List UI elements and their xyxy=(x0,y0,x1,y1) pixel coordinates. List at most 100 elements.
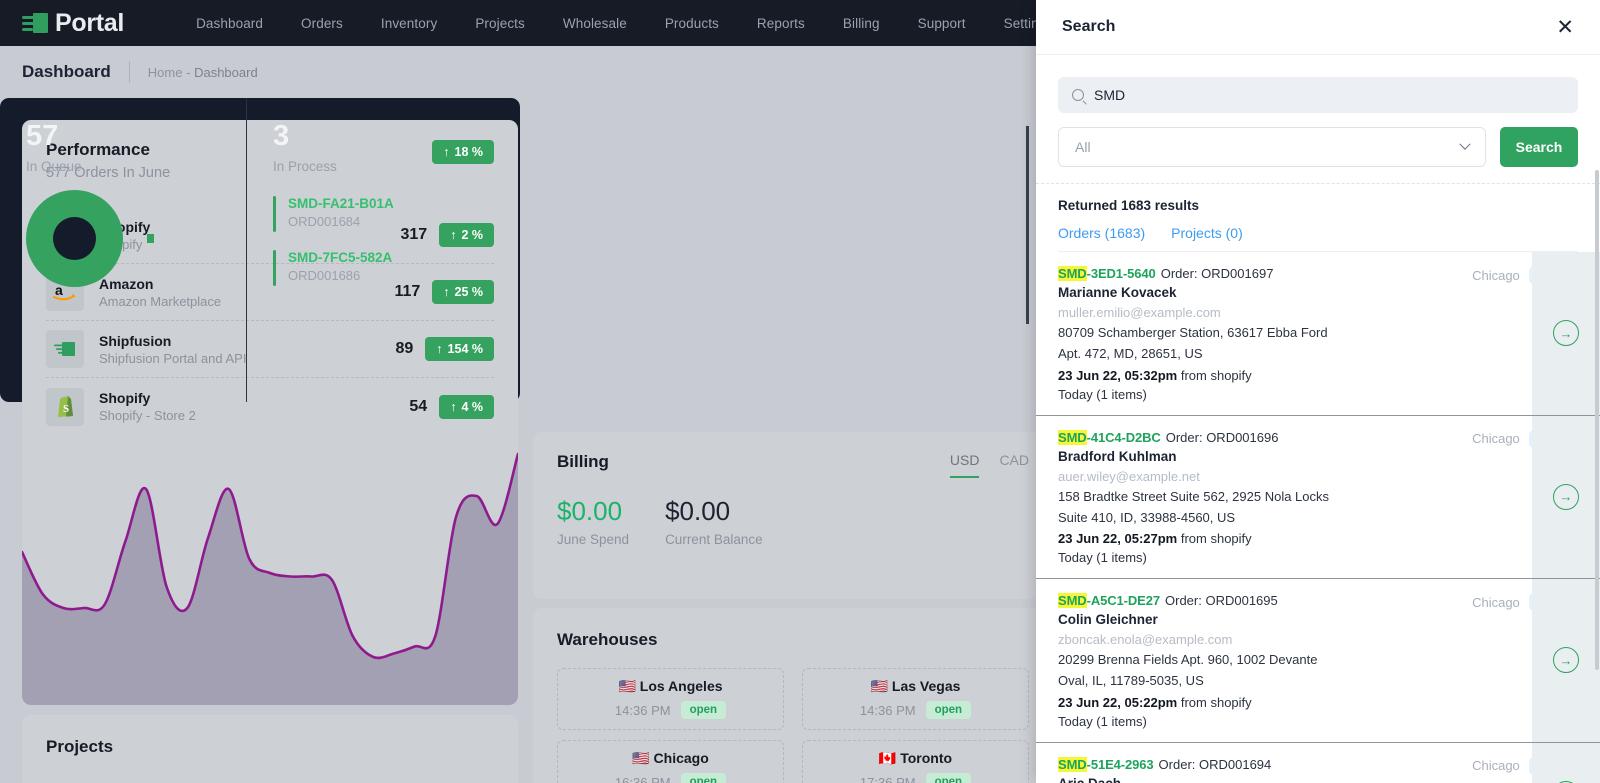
warehouse-item[interactable]: 🇺🇸 Los Angeles 14:36 PM open xyxy=(557,668,784,730)
arrow-right-icon[interactable]: → xyxy=(1553,647,1579,674)
result-order-number: Order: ORD001695 xyxy=(1165,593,1278,608)
in-process-list: SMD-FA21-B01A ORD001684 SMD-7FC5-582A OR… xyxy=(273,196,494,286)
brand-logo[interactable]: Portal xyxy=(22,9,124,38)
app-root: Portal Dashboard Orders Inventory Projec… xyxy=(0,0,1600,783)
warehouse-name: Los Angeles xyxy=(639,678,723,694)
nav-item-reports[interactable]: Reports xyxy=(738,16,824,31)
search-icon xyxy=(1072,89,1084,101)
breadcrumb-current: Dashboard xyxy=(194,64,258,80)
result-timestamp-value: 23 Jun 22, 05:27pm xyxy=(1058,531,1178,546)
search-result-row[interactable]: SMD-51E4-2963 Order: ORD001694 Aric Dach… xyxy=(1036,742,1600,783)
warehouses-grid: 🇺🇸 Los Angeles 14:36 PM open 🇺🇸 Las Vega… xyxy=(533,650,1053,783)
result-address-line1: 20299 Brenna Fields Apt. 960, 1002 Devan… xyxy=(1058,652,1318,667)
list-item[interactable]: SMD-7FC5-582A ORD001686 xyxy=(273,250,494,286)
nav-item-products[interactable]: Products xyxy=(646,16,738,31)
process-order-id: ORD001686 xyxy=(288,268,361,283)
queue-donut-chart xyxy=(26,190,123,287)
warehouse-item[interactable]: 🇨🇦 Toronto 17:36 PM open xyxy=(802,740,1029,783)
projects-card: Projects xyxy=(22,715,518,783)
warehouse-name-row: 🇺🇸 Las Vegas xyxy=(803,678,1028,695)
june-spend-label: June Spend xyxy=(557,532,630,547)
warehouse-name-row: 🇺🇸 Chicago xyxy=(558,750,783,767)
breadcrumb-separator: - xyxy=(186,64,191,80)
result-items-count: Today (1 items) xyxy=(1058,550,1147,565)
in-queue-section: 57 In Queue Chicago - 57 xyxy=(0,98,246,402)
legend-label-chicago: Chicago - 57 xyxy=(162,224,216,253)
search-controls: SMD All Search xyxy=(1036,55,1600,184)
warehouse-time: 14:36 PM xyxy=(859,702,916,718)
warehouses-card: Warehouses 🇺🇸 Los Angeles 14:36 PM open … xyxy=(533,608,1053,783)
search-result-row[interactable]: SMD-A5C1-DE27 Order: ORD001695 Colin Gle… xyxy=(1036,579,1600,743)
flag-icon: 🇨🇦 xyxy=(878,750,897,766)
result-email: muller.emilio@example.com xyxy=(1058,305,1221,320)
results-tabs: Orders (1683) Projects (0) xyxy=(1058,225,1578,252)
portal-logo-icon xyxy=(22,12,48,34)
search-filter-select[interactable]: All xyxy=(1058,127,1486,167)
donut-legend: Chicago - 57 xyxy=(147,225,220,253)
projects-title: Projects xyxy=(46,737,114,756)
in-process-label: In Process xyxy=(273,159,337,174)
warehouse-item[interactable]: 🇺🇸 Chicago 16:36 PM open xyxy=(557,740,784,783)
nav-item-wholesale[interactable]: Wholesale xyxy=(544,16,646,31)
tab-usd[interactable]: USD xyxy=(949,452,980,478)
result-sku-rest: -3ED1-5640 xyxy=(1086,266,1156,281)
warehouse-item[interactable]: 🇺🇸 Las Vegas 14:36 PM open xyxy=(802,668,1029,730)
arrow-right-icon[interactable]: → xyxy=(1553,320,1579,347)
result-sku-rest: -51E4-2963 xyxy=(1086,756,1154,772)
scrollbar[interactable] xyxy=(1595,170,1599,670)
currency-tabs: USD CAD xyxy=(949,452,1029,478)
tab-orders[interactable]: Orders (1683) xyxy=(1058,225,1145,241)
search-drawer-header: Search ✕ xyxy=(1036,0,1600,55)
status-badge: open xyxy=(680,773,727,783)
result-address-line2: Suite 410, ID, 33988-4560, US xyxy=(1058,509,1236,525)
list-item[interactable]: SMD-FA21-B01A ORD001684 xyxy=(273,196,494,232)
nav-item-projects[interactable]: Projects xyxy=(456,16,544,31)
search-drawer: Search ✕ SMD All Search Returned 1683 re… xyxy=(1036,0,1600,783)
chart-area-fill xyxy=(22,454,518,705)
nav-item-inventory[interactable]: Inventory xyxy=(362,16,456,31)
warehouse-time: 16:36 PM xyxy=(614,774,671,783)
search-results-list[interactable]: SMD-3ED1-5640 Order: ORD001697 Marianne … xyxy=(1036,252,1600,783)
result-action-band: → xyxy=(1532,415,1600,578)
result-items-count: Today (1 items) xyxy=(1058,713,1147,729)
tab-projects[interactable]: Projects (0) xyxy=(1171,225,1243,241)
result-customer-name: Bradford Kuhlman xyxy=(1058,448,1177,464)
warehouse-name-row: 🇨🇦 Toronto xyxy=(803,750,1028,767)
accent-bar xyxy=(273,250,276,286)
dark-card-edge-accent xyxy=(1026,126,1029,324)
nav-item-orders[interactable]: Orders xyxy=(282,16,362,31)
nav-item-support[interactable]: Support xyxy=(899,16,985,31)
result-address-line2: Apt. 472, MD, 28651, US xyxy=(1058,346,1203,362)
page-title: Dashboard xyxy=(22,62,111,81)
result-customer-name: Marianne Kovacek xyxy=(1058,285,1177,300)
svg-text:S: S xyxy=(63,403,69,415)
nav-item-billing[interactable]: Billing xyxy=(824,16,899,31)
result-sku: SMD-3ED1-5640 xyxy=(1058,266,1156,281)
channel-desc: Shopify - Store 2 xyxy=(99,408,196,423)
result-sku-highlight: SMD xyxy=(1058,266,1087,281)
flag-icon: 🇺🇸 xyxy=(618,678,636,694)
result-sku-highlight: SMD xyxy=(1058,756,1087,772)
search-result-row[interactable]: SMD-41C4-D2BC Order: ORD001696 Bradford … xyxy=(1036,415,1600,579)
in-queue-value: 57 xyxy=(26,120,59,152)
arrow-right-icon[interactable]: → xyxy=(1553,483,1579,510)
search-result-row[interactable]: SMD-3ED1-5640 Order: ORD001697 Marianne … xyxy=(1036,252,1600,416)
warehouse-time: 17:36 PM xyxy=(859,774,916,783)
process-sku: SMD-FA21-B01A xyxy=(288,196,394,211)
legend-swatch-chicago xyxy=(147,234,155,243)
chevron-down-icon xyxy=(1459,138,1471,150)
result-sku-rest: -41C4-D2BC xyxy=(1086,429,1161,445)
breadcrumb-home[interactable]: Home xyxy=(148,65,183,80)
result-order-number: Order: ORD001696 xyxy=(1165,429,1279,445)
results-count-text: Returned 1683 results xyxy=(1058,198,1200,213)
tab-cad[interactable]: CAD xyxy=(999,452,1029,478)
result-email: auer.wiley@example.net xyxy=(1058,468,1200,484)
close-icon[interactable]: ✕ xyxy=(1556,17,1574,38)
search-button[interactable]: Search xyxy=(1500,127,1578,167)
process-sku: SMD-7FC5-582A xyxy=(288,250,393,265)
warehouse-name: Chicago xyxy=(653,750,709,766)
result-items-count: Today (1 items) xyxy=(1058,386,1147,402)
nav-item-dashboard[interactable]: Dashboard xyxy=(177,16,282,31)
result-sku-highlight: SMD xyxy=(1058,593,1087,608)
search-input[interactable]: SMD xyxy=(1058,77,1578,113)
